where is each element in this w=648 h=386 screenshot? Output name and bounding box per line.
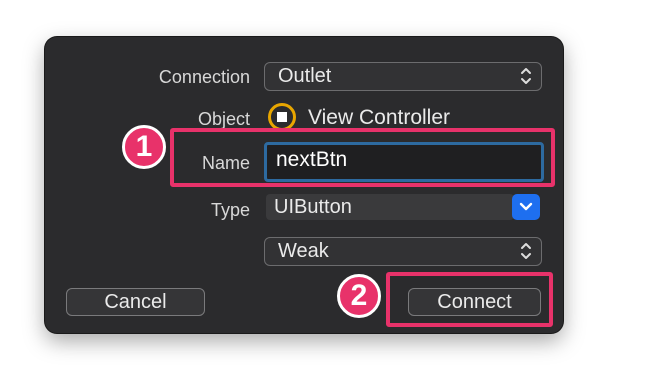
type-dropdown-button[interactable] <box>512 194 540 220</box>
connection-label: Connection <box>158 67 250 87</box>
connection-popup[interactable]: Outlet <box>264 62 542 91</box>
chevron-up-down-icon <box>521 68 531 84</box>
type-label: Type <box>210 200 250 220</box>
storage-value: Weak <box>278 240 329 262</box>
cancel-button[interactable]: Cancel <box>66 288 205 316</box>
step-2-badge: 2 <box>337 274 381 318</box>
type-combo-field[interactable]: UIButton <box>266 194 514 220</box>
chevron-up-down-icon <box>521 243 531 259</box>
chevron-down-icon <box>519 202 533 211</box>
view-controller-icon <box>268 103 296 131</box>
name-row-highlight <box>170 128 555 187</box>
storage-popup[interactable]: Weak <box>264 237 542 266</box>
connect-button-highlight <box>386 272 553 327</box>
connection-value: Outlet <box>278 65 332 87</box>
object-label: Object <box>197 109 250 129</box>
step-1-badge: 1 <box>122 125 166 169</box>
